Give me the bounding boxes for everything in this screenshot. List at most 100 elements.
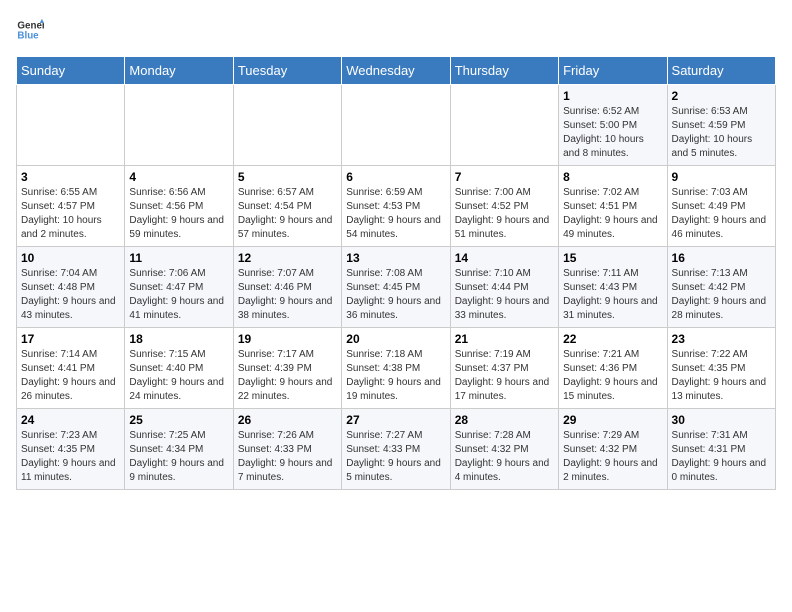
calendar-cell: 10 Sunrise: 7:04 AMSunset: 4:48 PMDayligh… bbox=[17, 247, 125, 328]
calendar-cell: 19Sunrise: 7:17 AMSunset: 4:39 PMDayligh… bbox=[233, 328, 341, 409]
day-info: Sunrise: 6:57 AMSunset: 4:54 PMDaylight:… bbox=[238, 186, 337, 242]
weekday-header-thursday: Thursday bbox=[450, 57, 558, 85]
calendar-cell bbox=[125, 85, 233, 166]
day-info: Sunrise: 7:15 AMSunset: 4:40 PMDaylight:… bbox=[129, 348, 228, 404]
calendar-cell bbox=[342, 85, 450, 166]
calendar-cell: 8 Sunrise: 7:02 AMSunset: 4:51 PMDaylight… bbox=[559, 166, 667, 247]
calendar-cell: 27 Sunrise: 7:27 AMSunset: 4:33 PMDayligh… bbox=[342, 409, 450, 490]
day-number: 24 bbox=[21, 413, 120, 427]
day-info: Sunrise: 7:08 AMSunset: 4:45 PMDaylight:… bbox=[346, 267, 445, 323]
weekday-header-friday: Friday bbox=[559, 57, 667, 85]
calendar-cell: 2 Sunrise: 6:53 AMSunset: 4:59 PMDaylight… bbox=[667, 85, 775, 166]
calendar-cell bbox=[233, 85, 341, 166]
calendar-cell: 5Sunrise: 6:57 AMSunset: 4:54 PMDaylight… bbox=[233, 166, 341, 247]
day-info: Sunrise: 6:56 AMSunset: 4:56 PMDaylight:… bbox=[129, 186, 228, 242]
calendar-cell: 28 Sunrise: 7:28 AMSunset: 4:32 PMDayligh… bbox=[450, 409, 558, 490]
day-info: Sunrise: 7:18 AMSunset: 4:38 PMDaylight:… bbox=[346, 348, 445, 404]
calendar-cell: 20 Sunrise: 7:18 AMSunset: 4:38 PMDayligh… bbox=[342, 328, 450, 409]
day-info: Sunrise: 6:59 AMSunset: 4:53 PMDaylight:… bbox=[346, 186, 445, 242]
calendar-cell bbox=[17, 85, 125, 166]
day-number: 1 bbox=[563, 89, 662, 103]
day-info: Sunrise: 7:23 AMSunset: 4:35 PMDaylight:… bbox=[21, 429, 120, 485]
day-info: Sunrise: 7:13 AMSunset: 4:42 PMDaylight:… bbox=[672, 267, 771, 323]
calendar-week-2: 3Sunrise: 6:55 AMSunset: 4:57 PMDaylight… bbox=[17, 166, 776, 247]
day-number: 18 bbox=[129, 332, 228, 346]
calendar-cell: 30 Sunrise: 7:31 AMSunset: 4:31 PMDayligh… bbox=[667, 409, 775, 490]
day-number: 8 bbox=[563, 170, 662, 184]
day-info: Sunrise: 7:10 AMSunset: 4:44 PMDaylight:… bbox=[455, 267, 554, 323]
day-number: 30 bbox=[672, 413, 771, 427]
calendar-cell: 1 Sunrise: 6:52 AMSunset: 5:00 PMDaylight… bbox=[559, 85, 667, 166]
day-number: 13 bbox=[346, 251, 445, 265]
calendar-cell: 17 Sunrise: 7:14 AMSunset: 4:41 PMDayligh… bbox=[17, 328, 125, 409]
day-number: 22 bbox=[563, 332, 662, 346]
day-info: Sunrise: 7:22 AMSunset: 4:35 PMDaylight:… bbox=[672, 348, 771, 404]
day-number: 29 bbox=[563, 413, 662, 427]
weekday-header-row: SundayMondayTuesdayWednesdayThursdayFrid… bbox=[17, 57, 776, 85]
day-info: Sunrise: 7:03 AMSunset: 4:49 PMDaylight:… bbox=[672, 186, 771, 242]
calendar-cell bbox=[450, 85, 558, 166]
calendar-body: 1 Sunrise: 6:52 AMSunset: 5:00 PMDaylight… bbox=[17, 85, 776, 490]
calendar-week-5: 24 Sunrise: 7:23 AMSunset: 4:35 PMDayligh… bbox=[17, 409, 776, 490]
day-info: Sunrise: 7:28 AMSunset: 4:32 PMDaylight:… bbox=[455, 429, 554, 485]
weekday-header-tuesday: Tuesday bbox=[233, 57, 341, 85]
day-info: Sunrise: 7:11 AMSunset: 4:43 PMDaylight:… bbox=[563, 267, 662, 323]
calendar-cell: 13 Sunrise: 7:08 AMSunset: 4:45 PMDayligh… bbox=[342, 247, 450, 328]
day-number: 20 bbox=[346, 332, 445, 346]
day-number: 27 bbox=[346, 413, 445, 427]
day-info: Sunrise: 7:29 AMSunset: 4:32 PMDaylight:… bbox=[563, 429, 662, 485]
day-number: 28 bbox=[455, 413, 554, 427]
logo: General Blue bbox=[16, 16, 48, 44]
day-number: 11 bbox=[129, 251, 228, 265]
day-number: 15 bbox=[563, 251, 662, 265]
day-number: 10 bbox=[21, 251, 120, 265]
calendar-cell: 24 Sunrise: 7:23 AMSunset: 4:35 PMDayligh… bbox=[17, 409, 125, 490]
day-number: 23 bbox=[672, 332, 771, 346]
calendar-cell: 7 Sunrise: 7:00 AMSunset: 4:52 PMDaylight… bbox=[450, 166, 558, 247]
weekday-header-wednesday: Wednesday bbox=[342, 57, 450, 85]
calendar-cell: 21 Sunrise: 7:19 AMSunset: 4:37 PMDayligh… bbox=[450, 328, 558, 409]
day-info: Sunrise: 6:52 AMSunset: 5:00 PMDaylight:… bbox=[563, 105, 662, 161]
day-number: 9 bbox=[672, 170, 771, 184]
weekday-header-saturday: Saturday bbox=[667, 57, 775, 85]
day-number: 2 bbox=[672, 89, 771, 103]
day-info: Sunrise: 6:53 AMSunset: 4:59 PMDaylight:… bbox=[672, 105, 771, 161]
day-number: 19 bbox=[238, 332, 337, 346]
calendar-cell: 11Sunrise: 7:06 AMSunset: 4:47 PMDayligh… bbox=[125, 247, 233, 328]
day-info: Sunrise: 7:07 AMSunset: 4:46 PMDaylight:… bbox=[238, 267, 337, 323]
day-info: Sunrise: 7:26 AMSunset: 4:33 PMDaylight:… bbox=[238, 429, 337, 485]
calendar-cell: 12Sunrise: 7:07 AMSunset: 4:46 PMDayligh… bbox=[233, 247, 341, 328]
calendar-cell: 14 Sunrise: 7:10 AMSunset: 4:44 PMDayligh… bbox=[450, 247, 558, 328]
day-number: 21 bbox=[455, 332, 554, 346]
calendar-week-3: 10 Sunrise: 7:04 AMSunset: 4:48 PMDayligh… bbox=[17, 247, 776, 328]
day-info: Sunrise: 7:00 AMSunset: 4:52 PMDaylight:… bbox=[455, 186, 554, 242]
day-number: 26 bbox=[238, 413, 337, 427]
day-number: 17 bbox=[21, 332, 120, 346]
calendar-header: SundayMondayTuesdayWednesdayThursdayFrid… bbox=[17, 57, 776, 85]
calendar-cell: 15 Sunrise: 7:11 AMSunset: 4:43 PMDayligh… bbox=[559, 247, 667, 328]
weekday-header-monday: Monday bbox=[125, 57, 233, 85]
calendar-table: SundayMondayTuesdayWednesdayThursdayFrid… bbox=[16, 56, 776, 490]
day-number: 7 bbox=[455, 170, 554, 184]
day-info: Sunrise: 7:27 AMSunset: 4:33 PMDaylight:… bbox=[346, 429, 445, 485]
calendar-cell: 23 Sunrise: 7:22 AMSunset: 4:35 PMDayligh… bbox=[667, 328, 775, 409]
day-number: 16 bbox=[672, 251, 771, 265]
day-number: 4 bbox=[129, 170, 228, 184]
day-info: Sunrise: 7:19 AMSunset: 4:37 PMDaylight:… bbox=[455, 348, 554, 404]
calendar-cell: 29 Sunrise: 7:29 AMSunset: 4:32 PMDayligh… bbox=[559, 409, 667, 490]
day-info: Sunrise: 7:04 AMSunset: 4:48 PMDaylight:… bbox=[21, 267, 120, 323]
calendar-cell: 9 Sunrise: 7:03 AMSunset: 4:49 PMDaylight… bbox=[667, 166, 775, 247]
day-number: 25 bbox=[129, 413, 228, 427]
day-number: 3 bbox=[21, 170, 120, 184]
calendar-cell: 4 Sunrise: 6:56 AMSunset: 4:56 PMDaylight… bbox=[125, 166, 233, 247]
day-info: Sunrise: 7:31 AMSunset: 4:31 PMDaylight:… bbox=[672, 429, 771, 485]
day-info: Sunrise: 7:25 AMSunset: 4:34 PMDaylight:… bbox=[129, 429, 228, 485]
day-info: Sunrise: 7:02 AMSunset: 4:51 PMDaylight:… bbox=[563, 186, 662, 242]
day-number: 6 bbox=[346, 170, 445, 184]
day-info: Sunrise: 7:21 AMSunset: 4:36 PMDaylight:… bbox=[563, 348, 662, 404]
day-info: Sunrise: 7:14 AMSunset: 4:41 PMDaylight:… bbox=[21, 348, 120, 404]
day-number: 14 bbox=[455, 251, 554, 265]
svg-text:Blue: Blue bbox=[17, 30, 39, 41]
calendar-cell: 16 Sunrise: 7:13 AMSunset: 4:42 PMDayligh… bbox=[667, 247, 775, 328]
weekday-header-sunday: Sunday bbox=[17, 57, 125, 85]
